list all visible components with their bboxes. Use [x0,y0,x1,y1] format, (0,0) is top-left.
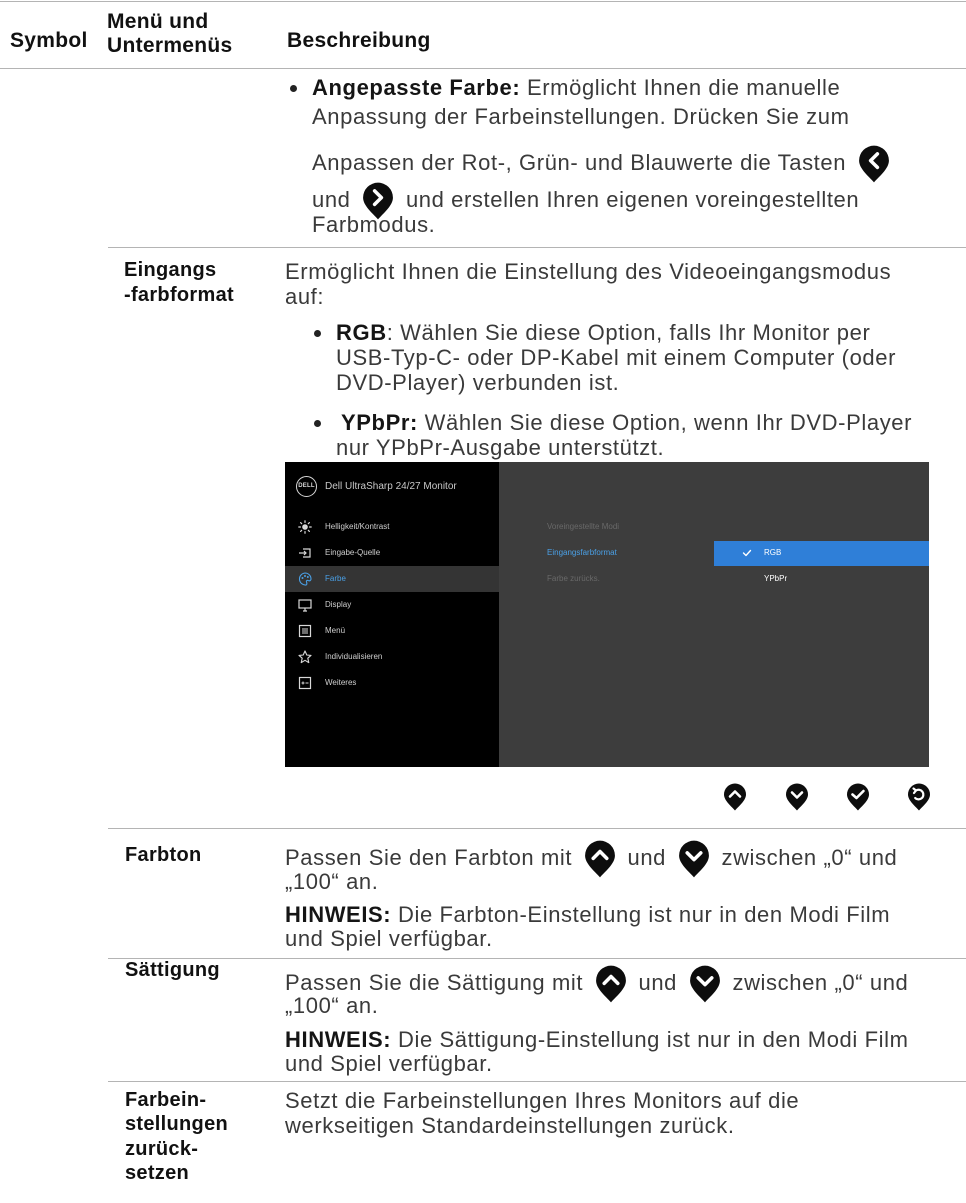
osd-menu-item-others: Weiteres [325,678,357,687]
bullet-marker [314,420,321,427]
up-button-icon [594,965,628,1003]
osd-submenu-panel [499,462,929,767]
reset-color-line-2: werkseitigen Standardeinstellungen zurüc… [285,1113,735,1138]
row-name-saturation: Sättigung [125,959,220,981]
osd-submenu-input-color-format: Eingangsfarbformat [547,548,617,557]
input-format-intro-1: Ermöglicht Ihnen die Einstellung des Vid… [285,259,892,284]
display-icon [298,599,312,612]
row-name-reset-color-3: zurück- [125,1138,199,1160]
rgb-text: : Wählen Sie diese Option, falls Ihr Mon… [386,320,871,345]
custom-color-line-5: Farbmodus. [312,212,436,237]
custom-color-text: Ermöglicht Ihnen die manuelle [520,75,841,100]
back-button-icon [907,783,931,811]
saturation-note-label: HINWEIS: [285,1027,392,1052]
others-icon [298,676,312,690]
rgb-label: RGB [336,320,387,345]
row-rule [108,1081,966,1082]
osd-main-menu-panel [285,462,499,767]
up-button-icon [583,840,617,878]
saturation-description-line-2: „100“ an. [285,993,379,1018]
row-name-hue: Farbton [125,844,202,866]
check-button-icon [846,783,870,811]
hue-note-line-2: und Spiel verfügbar. [285,926,493,951]
header-menu-line-1: Menü und [107,10,209,33]
row-name-reset-color-4: setzen [125,1162,190,1184]
custom-color-line-4: und und erstellen Ihren eigenen voreinge… [312,187,859,214]
star-icon [298,650,312,664]
ypbpr-line-1: YPbPr: Wählen Sie diese Option, wenn Ihr… [341,410,912,436]
up-button-icon [723,783,747,811]
custom-color-line-3: Anpassen der Rot-, Grün- und Blauwerte d… [312,150,895,177]
osd-menu-item-color: Farbe [325,574,346,583]
row-name-input-format-2: -farbformat [124,284,234,306]
ypbpr-text: Wählen Sie diese Option, wenn Ihr DVD-Pl… [417,410,913,435]
osd-active-row-band [285,566,499,592]
brightness-icon [298,520,312,534]
osd-menu-item-personalize: Individualisieren [325,652,383,661]
bullet-marker [290,85,297,92]
down-button-icon [677,840,711,878]
down-button-icon [785,783,809,811]
row-name-input-format-1: Eingangs [124,259,217,281]
dell-logo: DELL [296,476,317,497]
osd-screenshot: DELL Dell UltraSharp 24/27 Monitor Helli… [285,462,929,767]
osd-submenu-color-reset: Farbe zurücks. [547,574,600,583]
saturation-text: zwischen „0“ und [732,970,909,995]
custom-color-text: Anpassen der Rot-, Grün- und Blauwerte d… [312,150,847,175]
osd-title: Dell UltraSharp 24/27 Monitor [325,481,457,492]
hue-text: Passen Sie den Farbton mit [285,845,573,870]
bullet-marker [314,330,321,337]
custom-color-label: Angepasste Farbe: [312,75,521,100]
hue-note-line-1: HINWEIS: Die Farbton-Einstellung ist nur… [285,902,890,928]
saturation-note-line-1: HINWEIS: Die Sättigung-Einstellung ist n… [285,1027,909,1053]
rgb-line-2: USB-Typ-C- oder DP-Kabel mit einem Compu… [336,345,897,370]
osd-menu-item-brightness: Helligkeit/Kontrast [325,522,390,531]
rgb-line-3: DVD-Player) verbunden ist. [336,370,620,395]
saturation-text: und [638,970,678,995]
ypbpr-line-2: nur YPbPr-Ausgabe unterstützt. [336,435,665,460]
header-rule [0,68,966,69]
input-source-icon [299,548,311,558]
row-rule [108,247,966,248]
row-name-reset-color-2: stellungen [125,1113,229,1135]
left-button-icon [857,145,891,183]
header-symbol: Symbol [10,29,88,52]
saturation-note-line-2: und Spiel verfügbar. [285,1051,493,1076]
custom-color-text: und [312,187,351,212]
custom-color-line-1: Angepasste Farbe: Ermöglicht Ihnen die m… [312,75,840,101]
header-description: Beschreibung [287,29,431,52]
osd-menu-item-input-source: Eingabe-Quelle [325,548,381,557]
hue-note-label: HINWEIS: [285,902,392,927]
down-button-icon [688,965,722,1003]
row-rule [108,828,966,829]
top-rule [0,1,966,2]
rgb-line-1: RGB: Wählen Sie diese Option, falls Ihr … [336,320,870,346]
custom-color-line-2: Anpassung der Farbeinstellungen. Drücken… [312,104,850,129]
checkmark-icon [742,549,752,557]
row-name-reset-color-1: Farbein- [125,1089,207,1111]
saturation-text: Passen Sie die Sättigung mit [285,970,584,995]
hue-description-line-2: „100“ an. [285,869,379,894]
hue-text: zwischen „0“ und [721,845,898,870]
osd-menu-item-menu: Menü [325,626,346,635]
osd-option-ypbpr: YPbPr [764,574,788,583]
saturation-description-line-1: Passen Sie die Sättigung mit und zwische… [285,970,908,997]
row-rule [108,958,966,959]
hue-text: und [627,845,667,870]
input-format-intro-2: auf: [285,284,325,309]
color-icon [298,572,312,586]
custom-color-text: und erstellen Ihren eigenen voreingestel… [405,187,860,212]
osd-menu-item-display: Display [325,600,352,609]
header-menu-line-2: Untermenüs [107,34,233,57]
menu-icon [298,624,312,638]
ypbpr-label: YPbPr: [341,410,418,435]
osd-submenu-preset-modes: Voreingestellte Modi [547,522,620,531]
saturation-note-text: Die Sättigung-Einstellung ist nur in den… [391,1027,909,1052]
hue-note-text: Die Farbton-Einstellung ist nur in den M… [391,902,891,927]
reset-color-line-1: Setzt die Farbeinstellungen Ihres Monito… [285,1088,800,1113]
osd-option-rgb: RGB [764,548,782,557]
